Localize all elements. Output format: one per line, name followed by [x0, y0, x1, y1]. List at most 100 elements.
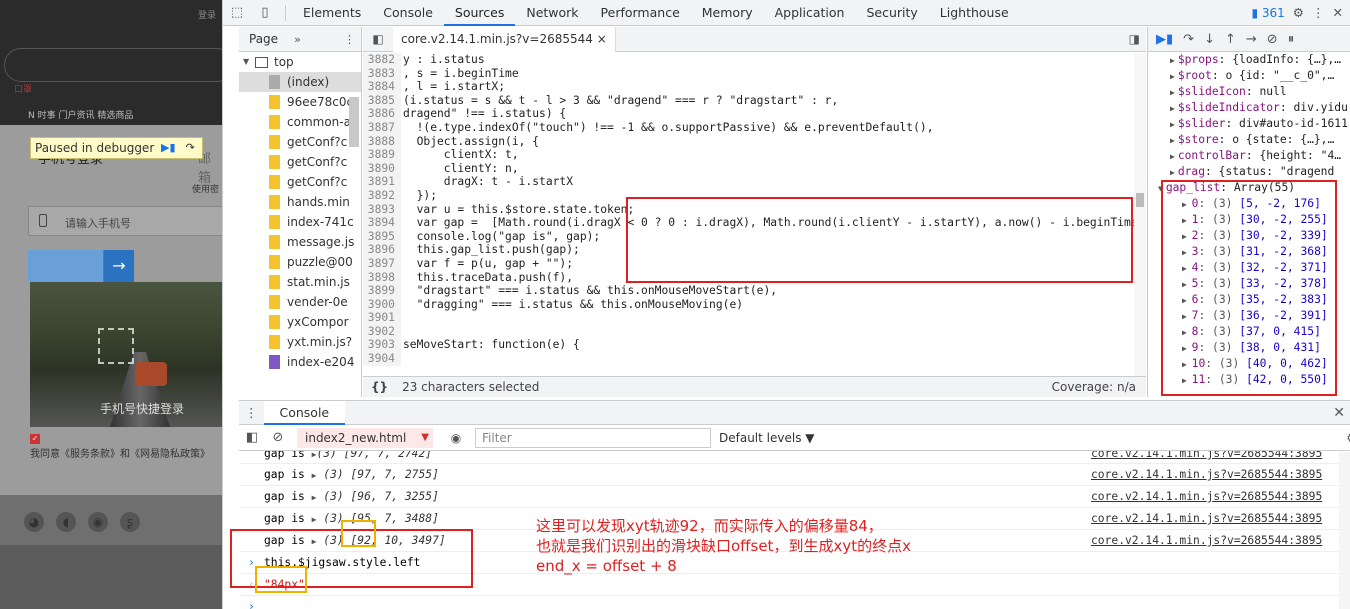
sidebar-toggle-icon[interactable]: ◧ — [239, 430, 265, 445]
tab-sources[interactable]: Sources — [443, 0, 516, 26]
expand-triangle-icon[interactable]: ▶ — [1170, 120, 1175, 129]
console-scrollbar[interactable] — [1339, 452, 1350, 609]
checkbox-icon[interactable]: ✓ — [30, 434, 40, 444]
editor-file-tab[interactable]: core.v2.14.1.min.js?v=2685544 × — [393, 26, 616, 52]
code-line[interactable]: 3899 "dragstart" === i.status && this.on… — [363, 284, 1146, 298]
weibo-icon[interactable]: ◉ — [88, 512, 108, 532]
scope-row[interactable]: ▶ $root: o {id: "__c_0",… — [1148, 68, 1350, 84]
drawer-menu-icon[interactable]: ⋮ — [239, 405, 264, 420]
scope-row[interactable]: ▶ $props: {loadInfo: {…},… — [1148, 52, 1350, 68]
code-line[interactable]: 3901 — [363, 311, 1146, 325]
page-login-link[interactable]: 登录 — [198, 8, 216, 21]
line-number[interactable]: 3895 — [363, 229, 401, 244]
code-line[interactable]: 3887 !(e.type.indexOf("touch") !== -1 &&… — [363, 120, 1146, 135]
expand-triangle-icon[interactable]: ▶ — [1170, 104, 1175, 113]
kebab-menu-icon[interactable]: ⋮ — [1312, 5, 1325, 20]
toggle-debugger-icon[interactable]: ◨ — [1129, 32, 1146, 46]
line-number[interactable]: 3896 — [363, 243, 401, 257]
agree-checkbox-row[interactable]: ✓ 我同意《服务条款》和《网易隐私政策》 — [30, 434, 222, 460]
navigator-scrollbar[interactable] — [349, 97, 359, 147]
step-into-icon[interactable]: ↓ — [1204, 32, 1215, 47]
code-line[interactable]: 3890 clientY: n, — [363, 161, 1146, 176]
code-line[interactable]: 3883, s = i.beginTime — [363, 66, 1146, 81]
line-number[interactable]: 3903 — [363, 338, 401, 353]
line-number[interactable]: 3900 — [363, 297, 401, 312]
expand-triangle-icon[interactable]: ▶ — [312, 493, 317, 502]
resume-icon[interactable]: ▶▮ — [1156, 32, 1173, 47]
context-selector[interactable]: index2_new.html ▼ — [297, 427, 433, 448]
expand-triangle-icon[interactable]: ▶ — [1170, 72, 1175, 81]
line-number[interactable]: 3897 — [363, 256, 401, 271]
expand-triangle-icon[interactable]: ▶ — [312, 471, 317, 480]
expand-triangle-icon[interactable]: ▶ — [1170, 56, 1175, 65]
page-nav-links[interactable]: N 时事 门户资讯 精选商品 — [28, 108, 133, 121]
code-line[interactable]: 3884, l = i.startX; — [363, 80, 1146, 94]
line-number[interactable]: 3883 — [363, 66, 401, 81]
code-line[interactable]: 3891 dragX: t - i.startX — [363, 175, 1146, 189]
more-tabs-icon[interactable]: » — [294, 33, 301, 46]
line-number[interactable]: 3885 — [363, 93, 401, 108]
tab-elements[interactable]: Elements — [292, 0, 372, 26]
tree-item-file[interactable]: yxt.min.js? — [239, 332, 361, 352]
filter-input[interactable]: Filter — [475, 427, 711, 448]
expand-triangle-icon[interactable]: ▶ — [1170, 88, 1175, 97]
tree-item-file[interactable]: getConf?c — [239, 152, 361, 172]
expand-triangle-icon[interactable]: ▶ — [1170, 152, 1175, 161]
tree-item-file[interactable]: 96ee78c0c — [239, 92, 361, 112]
step-over-icon[interactable]: ↷ — [1183, 32, 1194, 47]
scope-row[interactable]: ▶ $slider: div#auto-id-1611 — [1148, 116, 1350, 132]
live-expression-icon[interactable]: ◉ — [441, 431, 471, 445]
log-source-link[interactable]: core.v2.14.1.min.js?v=2685544:3895 — [1091, 508, 1322, 530]
line-number[interactable]: 3890 — [363, 161, 401, 176]
tab-application[interactable]: Application — [764, 0, 856, 26]
tab-memory[interactable]: Memory — [691, 0, 764, 26]
line-number[interactable]: 3893 — [363, 202, 401, 217]
step-icon[interactable]: → — [1246, 32, 1257, 47]
line-number[interactable]: 3898 — [363, 270, 401, 285]
code-line[interactable]: 3886 dragend" !== i.status) { — [363, 107, 1146, 121]
clear-console-icon[interactable]: ⊘ — [265, 430, 291, 445]
log-source-link[interactable]: core.v2.14.1.min.js?v=2685544:3895 — [1091, 530, 1322, 552]
tree-item-file[interactable]: getConf?c — [239, 172, 361, 192]
log-source-link[interactable]: core.v2.14.1.min.js?v=2685544:3895 — [1091, 464, 1322, 486]
step-out-icon[interactable]: ↑ — [1225, 32, 1236, 47]
log-source-link[interactable]: core.v2.14.1.min.js?v=2685544:3895 — [1091, 486, 1322, 508]
qq-icon[interactable]: ◖ — [56, 512, 76, 532]
phone-input[interactable]: 请输入手机号 — [28, 206, 222, 236]
jigsaw-piece[interactable] — [98, 328, 134, 364]
code-line[interactable]: 3882 y : i.status — [363, 53, 1146, 67]
navigator-menu-icon[interactable]: ⋮ — [344, 33, 355, 46]
tree-item-file[interactable]: (index) — [239, 72, 361, 92]
line-number[interactable]: 3902 — [363, 324, 401, 339]
tab-console-drawer[interactable]: Console — [263, 400, 346, 425]
line-number[interactable]: 3888 — [363, 134, 401, 149]
line-number[interactable]: 3901 — [363, 311, 401, 325]
line-number[interactable]: 3899 — [363, 284, 401, 298]
tree-item-file[interactable]: stat.min.js — [239, 272, 361, 292]
inspect-icon[interactable]: ⬚ — [223, 5, 251, 20]
scope-row[interactable]: ▶ drag: {status: "dragend — [1148, 164, 1350, 180]
gear-icon[interactable]: ⚙ — [1293, 5, 1304, 20]
line-number[interactable]: 3892 — [363, 188, 401, 203]
code-line[interactable]: 3889 clientX: t, — [363, 148, 1146, 162]
code-line[interactable]: 3904 — [363, 352, 1146, 366]
wechat-icon[interactable]: ◕ — [24, 512, 44, 532]
tree-item-file[interactable]: vender-0e — [239, 292, 361, 312]
code-line[interactable]: 3900 "dragging" === i.status && this.onM… — [363, 297, 1146, 312]
log-levels-dropdown[interactable]: Default levels ▼ — [719, 431, 815, 445]
tree-item-file[interactable]: message.js — [239, 232, 361, 252]
tree-item-file[interactable]: getConf?c — [239, 132, 361, 152]
code-line[interactable]: 3903 seMoveStart: function(e) { — [363, 338, 1146, 353]
use-password-link[interactable]: 使用密 — [192, 182, 219, 195]
close-icon[interactable]: ✕ — [1333, 5, 1343, 20]
tab-performance[interactable]: Performance — [590, 0, 691, 26]
yixin-icon[interactable]: ʂ — [120, 512, 140, 532]
line-number[interactable]: 3882 — [363, 53, 401, 67]
pretty-print-icon[interactable]: {} — [371, 380, 388, 394]
scope-row[interactable]: ▶ $slideIndicator: div.yidu — [1148, 100, 1350, 116]
console-prompt-row[interactable]: › — [239, 596, 1350, 609]
issues-badge[interactable]: ▮ 361 — [1251, 6, 1284, 20]
tree-item-file[interactable]: puzzle@00 — [239, 252, 361, 272]
tree-item-file[interactable]: common-a — [239, 112, 361, 132]
expand-triangle-icon[interactable]: ▶ — [1170, 136, 1175, 145]
